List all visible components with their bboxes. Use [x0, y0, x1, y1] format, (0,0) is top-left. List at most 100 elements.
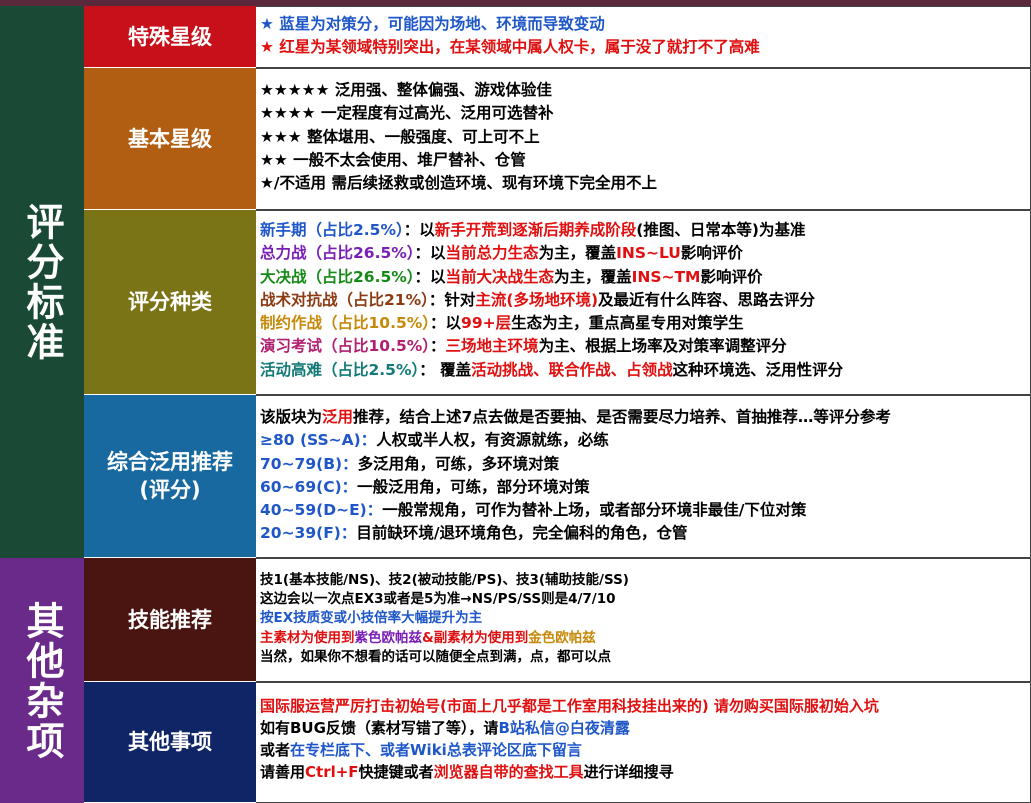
type-sep: ： 覆盖 [419, 360, 472, 379]
type-sep: ：针对 [428, 290, 476, 309]
type-label: 新手期（占比2.5%） [260, 221, 404, 239]
text-line: ★ 红星为某领域特别突出，在某领域中属人权卡，属于没了就打不了高难 [260, 38, 760, 57]
content-recommend: 该版块为泛用推荐，结合上述7点去做是否要抽、是否需要尽力培养、首抽推荐…等评分参… [256, 395, 1031, 558]
text-line: 这边会以一次点EX3或者是5为准→NS/PS/SS则是4/7/10 [260, 591, 616, 608]
contact-link[interactable]: B站私信@白夜清露 [498, 719, 629, 737]
type-text: (推图、日常本等)为基准 [636, 221, 806, 239]
category-title: 其他事项 [128, 730, 212, 754]
grade-text: 一般泛用角，可练，部分环境对策 [357, 477, 590, 496]
text-line: 当然，如果你不想看的话可以随便全点到满，点，都可以点 [260, 648, 611, 665]
type-highlight: 99+层 [461, 314, 512, 333]
other-text: 如有BUG反馈（素材写错了等），请 [260, 719, 499, 737]
grade-row: 20~39(F)：目前缺环境/退环境角色，完全偏科的角色，仓管 [260, 522, 1030, 545]
type-row: 活动高难（占比2.5%）： 覆盖活动挑战、联合作战、占领战这种环境选、泛用性评分 [260, 359, 1030, 382]
text-line: ★/不适用 需后续拯救或创造环境、现有环境下完全用不上 [260, 174, 657, 193]
text-line: 主素材为使用到紫色欧帕兹&副素材为使用到金色欧帕兹 [260, 629, 1030, 648]
type-text: 生态为主，重点高星专用对策学生 [511, 314, 744, 333]
text-line: 或者在专栏底下、或者Wiki总表评论区底下留言 [260, 739, 1030, 761]
left-label-other: 其他杂项 [0, 558, 84, 803]
category-title: 特殊星级 [128, 24, 212, 49]
content-other: 国际服运营严厉打击初始号(市面上几乎都是工作室用科技挂出来的) 请勿购买国际服初… [256, 682, 1031, 803]
type-text: 为主、根据上场率及对策率调整评分 [538, 337, 787, 356]
category-title: 评分种类 [128, 290, 212, 314]
type-highlight: 活动挑战、联合作战、占领战 [471, 360, 673, 379]
text-line: ★ 蓝星为对策分，可能因为场地、环境而导致变动 [260, 15, 605, 33]
recommend-intro: 该版块为泛用推荐，结合上述7点去做是否要抽、是否需要尽力培养、首抽推荐…等评分参… [260, 406, 1030, 429]
type-label: 演习考试（占比10.5%） [260, 337, 431, 356]
other-text: 或者 [260, 741, 291, 759]
intro-highlight: 泛用 [322, 408, 354, 426]
type-sep: ：以 [414, 244, 446, 263]
type-row: 战术对抗战（占比21%）：针对主流(多场地环境)及最近有什么阵容、思路去评分 [260, 289, 1030, 312]
text-line: 国际服运营严厉打击初始号(市面上几乎都是工作室用科技挂出来的) 请勿购买国际服初… [260, 697, 879, 715]
content-basic-stars: ★★★★★ 泛用强、整体偏强、游戏体验佳 ★★★★ 一定程度有过高光、泛用可选替… [256, 68, 1031, 210]
type-label: 制约作战（占比10.5%） [260, 314, 431, 333]
grade-label: 60~69(C)： [260, 477, 358, 496]
text-line: ★★★★ 一定程度有过高光、泛用可选替补 [260, 104, 554, 123]
content-score-types: 新手期（占比2.5%）：以新手开荒到逐渐后期养成阶段(推图、日常本等)为基准 总… [256, 210, 1031, 395]
type-sep: ： [430, 337, 446, 356]
other-text: 快捷键或者 [358, 763, 434, 781]
text-line: 请善用Ctrl+F快捷键或者浏览器自带的查找工具进行详细搜寻 [260, 761, 1030, 783]
type-row: 总力战（占比26.5%）：以当前总力生态为主，覆盖INS~LU影响评价 [260, 242, 1030, 265]
category-skill: 技能推荐 [84, 558, 256, 682]
left-label-scoring: 评分标准 [0, 6, 84, 558]
text-line: 技1(基本技能/NS)、技2(被动技能/PS)、技3(辅助技能/SS) [260, 572, 629, 588]
type-text: 这种环境选、泛用性评分 [672, 360, 844, 379]
category-special-stars: 特殊星级 [84, 6, 256, 68]
text-line: 按EX技质变或小技倍率大幅提升为主 [260, 610, 483, 627]
type-text: 影响评价 [680, 244, 743, 263]
category-score-types: 评分种类 [84, 210, 256, 395]
text-line: 如有BUG反馈（素材写错了等），请B站私信@白夜清露 [260, 717, 1030, 739]
content-special-stars: ★ 蓝星为对策分，可能因为场地、环境而导致变动 ★ 红星为某领域特别突出，在某领… [256, 6, 1031, 68]
skill-highlight-gold: 金色欧帕兹 [528, 629, 596, 646]
category-recommend: 综合泛用推荐 (评分) [84, 395, 256, 558]
category-basic-stars: 基本星级 [84, 68, 256, 210]
type-highlight: 三场地主环境 [445, 337, 539, 356]
skill-highlight-purple: 紫色欧帕兹 [354, 629, 423, 646]
grade-row: 40~59(D~E)：一般常规角，可作为替补上场，或者部分环境非最佳/下位对策 [260, 499, 1030, 522]
shortcut-highlight: Ctrl+F [305, 763, 359, 781]
find-tool-highlight: 浏览器自带的查找工具 [433, 763, 584, 781]
type-row: 演习考试（占比10.5%）：三场地主环境为主、根据上场率及对策率调整评分 [260, 335, 1030, 358]
grade-row: 60~69(C)：一般泛用角，可练，部分环境对策 [260, 476, 1030, 499]
category-subtitle: (评分) [139, 478, 201, 502]
content-skill: 技1(基本技能/NS)、技2(被动技能/PS)、技3(辅助技能/SS) 这边会以… [256, 558, 1031, 682]
skill-text: 主素材为使用到 [260, 629, 355, 646]
type-sep: ：以 [403, 221, 435, 239]
type-text: 为主，覆盖 [554, 267, 632, 286]
grade-label: 40~59(D~E)： [260, 501, 383, 520]
grade-label: ≥80 (SS~A)： [260, 431, 377, 450]
grade-text: 多泛用角，可练，多环境对策 [357, 454, 560, 473]
text-line: ★★ 一般不太会使用、堆尸替补、仓管 [260, 150, 526, 169]
grade-text: 人权或半人权，有资源就练，必练 [376, 431, 609, 450]
type-text: 为主，覆盖 [538, 244, 617, 263]
grade-label: 70~79(B)： [260, 454, 358, 473]
type-label: 战术对抗战（占比21%） [260, 290, 429, 309]
type-highlight: INS~TM [631, 267, 701, 286]
type-highlight: 主流(多场地环境) [475, 290, 599, 309]
other-text: 进行详细搜寻 [583, 763, 674, 781]
category-title: 综合泛用推荐 [107, 450, 233, 474]
text-line: ★★★★★ 泛用强、整体偏强、游戏体验佳 [260, 81, 552, 99]
type-sep: ：以 [414, 267, 446, 286]
grade-text: 一般常规角，可作为替补上场，或者部分环境非最佳/下位对策 [382, 501, 807, 520]
category-title: 技能推荐 [128, 607, 212, 632]
type-sep: ：以 [430, 314, 462, 333]
type-row: 新手期（占比2.5%）：以新手开荒到逐渐后期养成阶段(推图、日常本等)为基准 [260, 219, 1030, 242]
type-text: 及最近有什么阵容、思路去评分 [598, 290, 816, 309]
type-highlight: INS~LU [616, 244, 681, 263]
grade-text: 目前缺环境/退环境角色，完全偏科的角色，仓管 [356, 524, 688, 543]
grade-row: ≥80 (SS~A)：人权或半人权，有资源就练，必练 [260, 429, 1030, 452]
other-text: 请善用 [260, 763, 306, 781]
category-other: 其他事项 [84, 682, 256, 803]
intro-text: 推荐，结合上述7点去做是否要抽、是否需要尽力培养、首抽推荐…等评分参考 [353, 408, 891, 426]
type-text: 影响评价 [700, 267, 763, 286]
type-row: 大决战（占比26.5%）：以当前大决战生态为主，覆盖INS~TM影响评价 [260, 266, 1030, 289]
type-label: 活动高难（占比2.5%） [260, 360, 420, 379]
type-highlight: 当前总力生态 [445, 244, 539, 263]
type-label: 总力战（占比26.5%） [260, 244, 415, 263]
type-label: 大决战（占比26.5%） [260, 267, 415, 286]
comment-link[interactable]: 在专栏底下、或者Wiki总表评论区底下留言 [290, 741, 582, 759]
text-line: ★★★ 整体堪用、一般强度、可上可不上 [260, 127, 540, 146]
